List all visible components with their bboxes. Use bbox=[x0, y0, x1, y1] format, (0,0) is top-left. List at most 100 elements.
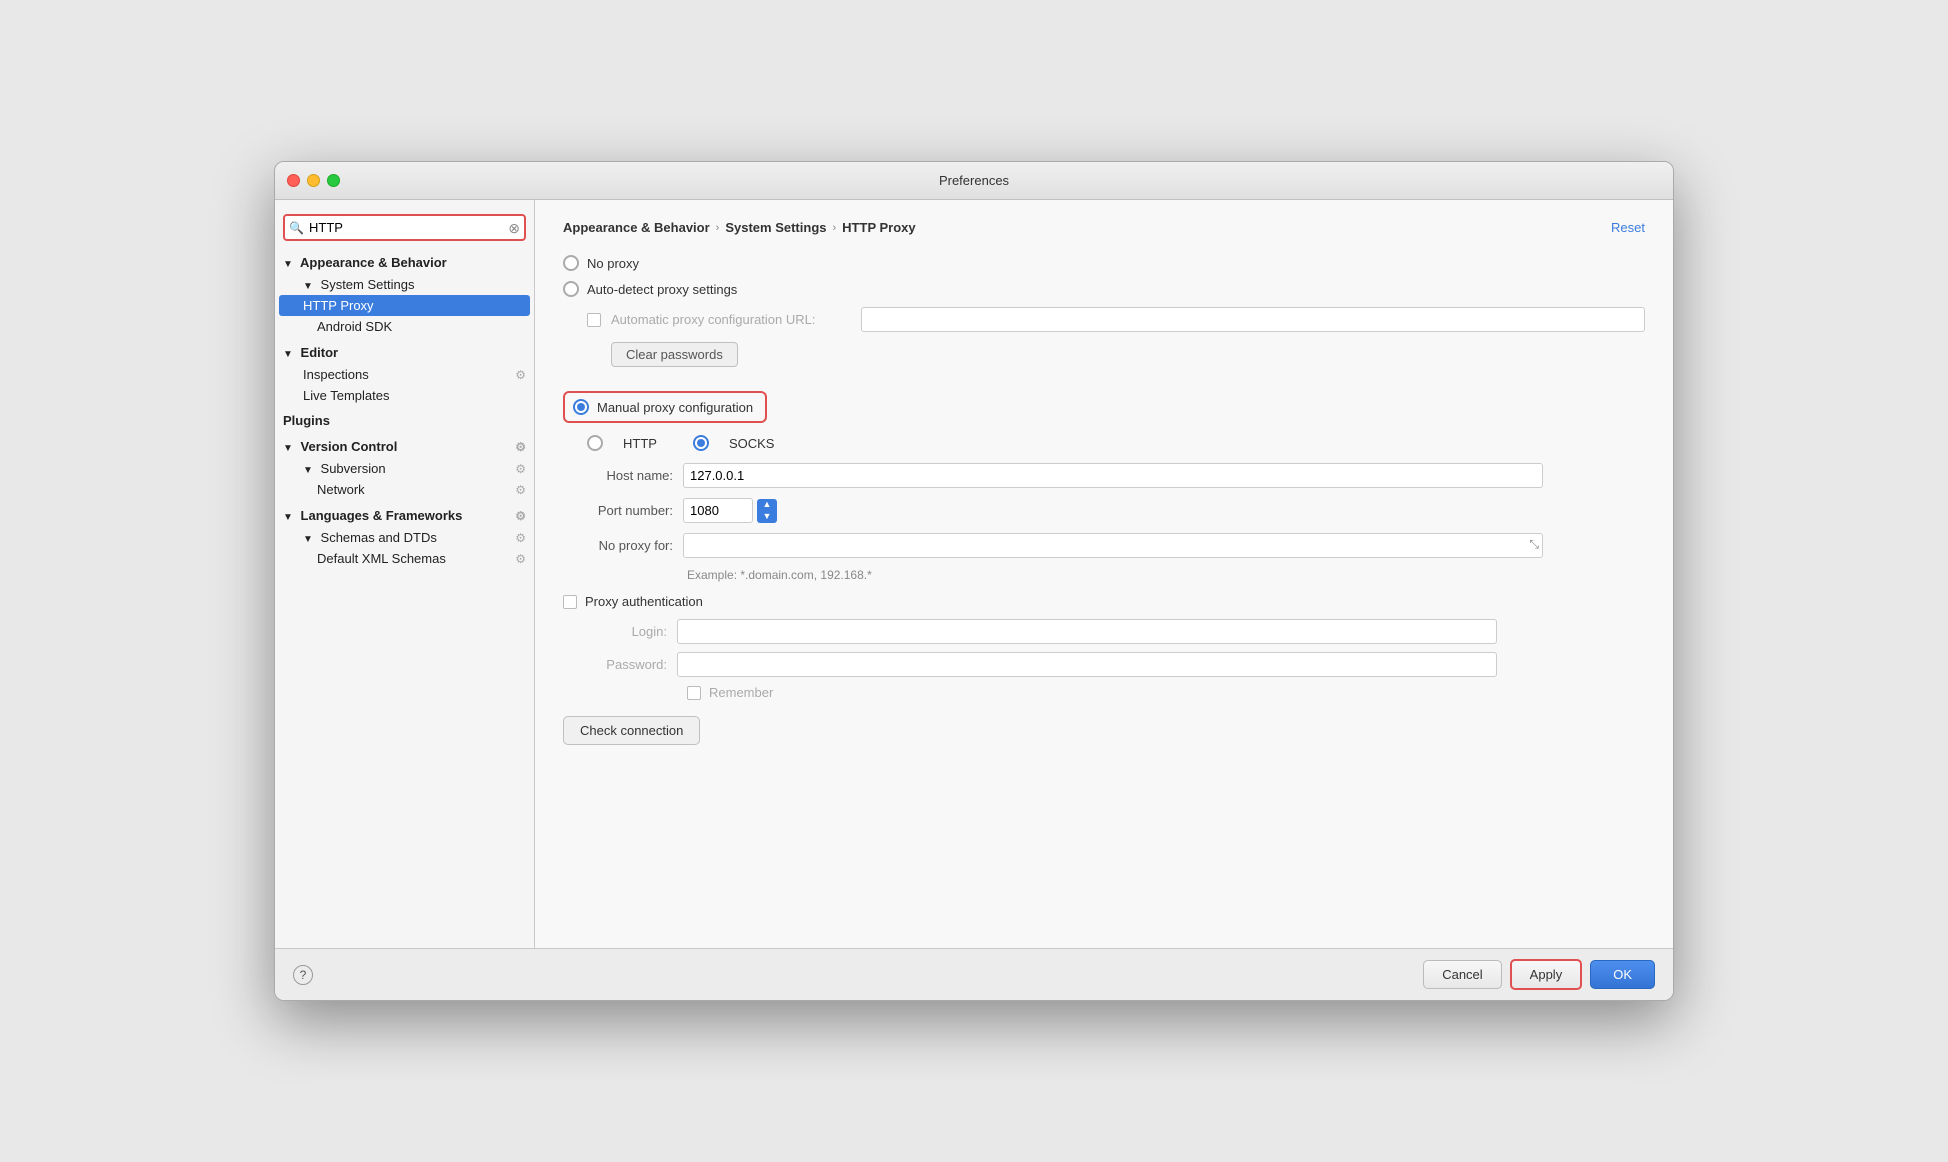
search-box: 🔍 HTTP ⊗ bbox=[283, 214, 526, 241]
no-proxy-for-row: No proxy for: ⤡ bbox=[563, 533, 1645, 558]
http-label: HTTP bbox=[623, 436, 657, 451]
breadcrumb-part2: System Settings bbox=[725, 220, 826, 235]
manual-proxy-label: Manual proxy configuration bbox=[597, 400, 753, 415]
no-proxy-for-label: No proxy for: bbox=[563, 538, 673, 553]
remember-checkbox[interactable] bbox=[687, 686, 701, 700]
socks-radio[interactable] bbox=[693, 435, 709, 451]
ok-button[interactable]: OK bbox=[1590, 960, 1655, 989]
breadcrumb-arrow2: › bbox=[833, 222, 837, 234]
manual-proxy-radio[interactable] bbox=[573, 399, 589, 415]
host-input[interactable] bbox=[683, 463, 1543, 488]
remember-row: Remember bbox=[563, 685, 1645, 700]
breadcrumb-current: HTTP Proxy bbox=[842, 220, 915, 235]
login-input[interactable] bbox=[677, 619, 1497, 644]
sidebar-item-system-settings[interactable]: ▼ System Settings bbox=[275, 274, 534, 295]
sidebar: 🔍 HTTP ⊗ ▼ Appearance & Behavior ▼ Syste… bbox=[275, 200, 535, 948]
example-text: Example: *.domain.com, 192.168.* bbox=[687, 568, 1645, 582]
sidebar-item-subversion[interactable]: ▼ Subversion ⚙ bbox=[275, 458, 534, 479]
port-field-row: Port number: ▲ ▼ bbox=[563, 498, 1645, 523]
arrow-icon: ▼ bbox=[303, 465, 313, 476]
proxy-auth-row: Proxy authentication bbox=[563, 594, 1645, 609]
port-increment[interactable]: ▲ bbox=[757, 499, 777, 511]
sidebar-item-plugins[interactable]: Plugins bbox=[275, 410, 534, 431]
apply-button[interactable]: Apply bbox=[1510, 959, 1583, 990]
port-decrement[interactable]: ▼ bbox=[757, 511, 777, 523]
search-clear-icon[interactable]: ⊗ bbox=[508, 221, 520, 235]
no-proxy-for-input[interactable] bbox=[683, 533, 1543, 558]
config-icon: ⚙ bbox=[515, 368, 526, 382]
close-button[interactable] bbox=[287, 174, 300, 187]
port-input[interactable] bbox=[683, 498, 753, 523]
arrow-icon: ▼ bbox=[303, 534, 313, 545]
sidebar-item-editor[interactable]: ▼ Editor bbox=[275, 341, 534, 364]
sidebar-item-schemas-dtds[interactable]: ▼ Schemas and DTDs ⚙ bbox=[275, 527, 534, 548]
proxy-auth-label: Proxy authentication bbox=[585, 594, 703, 609]
proxy-auth-checkbox[interactable] bbox=[563, 595, 577, 609]
config-icon: ⚙ bbox=[515, 462, 526, 476]
appearance-label: Appearance & Behavior bbox=[300, 255, 447, 270]
network-label: Network bbox=[317, 482, 365, 497]
host-label: Host name: bbox=[563, 468, 673, 483]
port-spinner[interactable]: ▲ ▼ bbox=[757, 499, 777, 523]
protocol-row: HTTP SOCKS bbox=[563, 435, 1645, 451]
expand-icon[interactable]: ⤡ bbox=[1529, 537, 1539, 552]
search-input[interactable]: HTTP bbox=[283, 214, 526, 241]
config-icon: ⚙ bbox=[515, 552, 526, 566]
password-input[interactable] bbox=[677, 652, 1497, 677]
no-proxy-radio[interactable] bbox=[563, 255, 579, 271]
login-label: Login: bbox=[587, 624, 667, 639]
remember-label: Remember bbox=[709, 685, 773, 700]
arrow-icon: ▼ bbox=[283, 512, 293, 523]
config-icon: ⚙ bbox=[515, 531, 526, 545]
preferences-window: Preferences 🔍 HTTP ⊗ ▼ Appearance & Beha… bbox=[274, 161, 1674, 1001]
auto-detect-row: Auto-detect proxy settings bbox=[563, 281, 1645, 297]
traffic-lights bbox=[287, 174, 340, 187]
auto-detect-radio[interactable] bbox=[563, 281, 579, 297]
auto-url-label: Automatic proxy configuration URL: bbox=[611, 312, 851, 327]
auto-url-checkbox[interactable] bbox=[587, 313, 601, 327]
sidebar-item-network[interactable]: Network ⚙ bbox=[275, 479, 534, 500]
clear-passwords-button[interactable]: Clear passwords bbox=[611, 342, 738, 367]
check-connection-button[interactable]: Check connection bbox=[563, 716, 700, 745]
no-proxy-label: No proxy bbox=[587, 256, 639, 271]
inspections-label: Inspections bbox=[303, 367, 369, 382]
sidebar-item-inspections[interactable]: Inspections ⚙ bbox=[275, 364, 534, 385]
sidebar-item-http-proxy[interactable]: HTTP Proxy bbox=[279, 295, 530, 316]
config-icon: ⚙ bbox=[515, 440, 526, 454]
sidebar-item-default-xml[interactable]: Default XML Schemas ⚙ bbox=[275, 548, 534, 569]
auto-url-input[interactable] bbox=[861, 307, 1645, 332]
config-icon: ⚙ bbox=[515, 509, 526, 523]
sidebar-item-languages-frameworks[interactable]: ▼ Languages & Frameworks ⚙ bbox=[275, 504, 534, 527]
live-templates-label: Live Templates bbox=[303, 388, 389, 403]
breadcrumb: Appearance & Behavior › System Settings … bbox=[563, 220, 1645, 235]
bottom-right: Cancel Apply OK bbox=[1423, 959, 1655, 990]
maximize-button[interactable] bbox=[327, 174, 340, 187]
reset-button[interactable]: Reset bbox=[1611, 220, 1645, 235]
arrow-icon: ▼ bbox=[283, 349, 293, 360]
sidebar-item-android-sdk[interactable]: Android SDK bbox=[275, 316, 534, 337]
auto-detect-label: Auto-detect proxy settings bbox=[587, 282, 737, 297]
titlebar: Preferences bbox=[275, 162, 1673, 200]
main-content: 🔍 HTTP ⊗ ▼ Appearance & Behavior ▼ Syste… bbox=[275, 200, 1673, 948]
http-radio[interactable] bbox=[587, 435, 603, 451]
password-label: Password: bbox=[587, 657, 667, 672]
sidebar-item-live-templates[interactable]: Live Templates bbox=[275, 385, 534, 406]
sidebar-item-version-control[interactable]: ▼ Version Control ⚙ bbox=[275, 435, 534, 458]
window-title: Preferences bbox=[939, 173, 1009, 188]
port-wrapper: ▲ ▼ bbox=[683, 498, 777, 523]
cancel-button[interactable]: Cancel bbox=[1423, 960, 1501, 989]
breadcrumb-part1: Appearance & Behavior bbox=[563, 220, 710, 235]
content-area: Appearance & Behavior › System Settings … bbox=[535, 200, 1673, 948]
host-field-row: Host name: bbox=[563, 463, 1645, 488]
minimize-button[interactable] bbox=[307, 174, 320, 187]
socks-label: SOCKS bbox=[729, 436, 775, 451]
help-button[interactable]: ? bbox=[293, 965, 313, 985]
bottom-bar: ? Cancel Apply OK bbox=[275, 948, 1673, 1000]
search-icon: 🔍 bbox=[289, 221, 304, 235]
sidebar-item-appearance[interactable]: ▼ Appearance & Behavior bbox=[275, 251, 534, 274]
manual-proxy-row: Manual proxy configuration bbox=[563, 391, 767, 423]
arrow-icon: ▼ bbox=[303, 281, 313, 292]
breadcrumb-arrow1: › bbox=[716, 222, 720, 234]
login-row: Login: bbox=[563, 619, 1645, 644]
arrow-icon: ▼ bbox=[283, 443, 293, 454]
